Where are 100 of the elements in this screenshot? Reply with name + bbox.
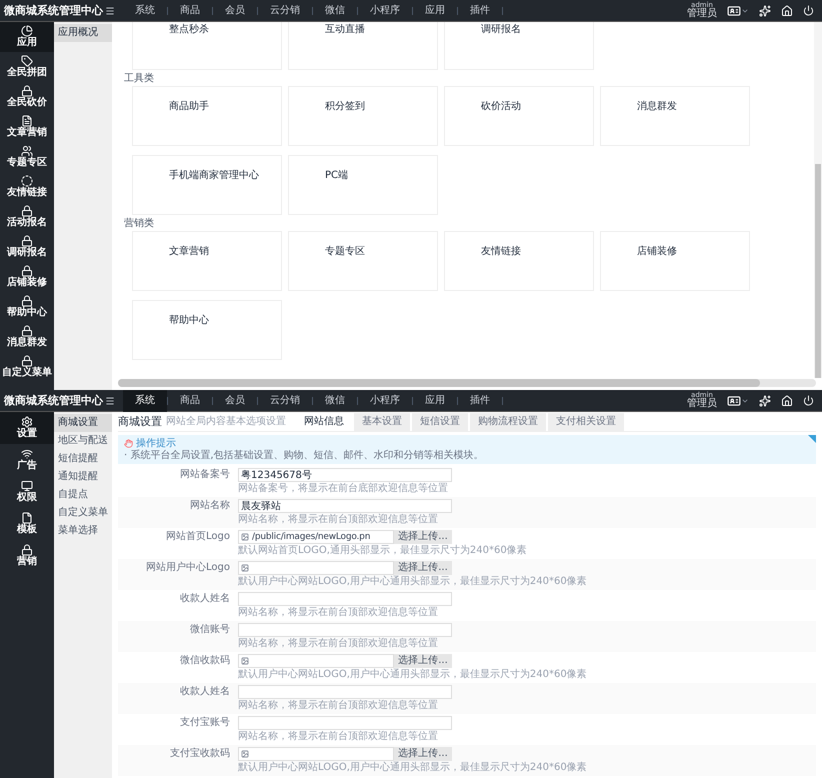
vertical-scrollbar[interactable]: [814, 22, 822, 378]
submenu-item[interactable]: 菜单选择: [54, 522, 112, 540]
app-card[interactable]: PC端: [288, 155, 438, 215]
lock-icon: [21, 544, 33, 556]
app-card[interactable]: 整点秒杀: [132, 22, 282, 70]
app-card[interactable]: 专题专区: [288, 231, 438, 291]
sidebar-item[interactable]: 文章营销: [0, 112, 54, 142]
power-icon[interactable]: [803, 395, 814, 406]
text-field[interactable]: 晨友驿站: [238, 499, 452, 513]
hand-icon: [124, 439, 133, 448]
nav-tab[interactable]: 会员: [213, 390, 257, 412]
sidebar-item[interactable]: 全民砍价: [0, 82, 54, 112]
lock-icon: [21, 295, 33, 307]
text-field[interactable]: [238, 592, 452, 606]
app-card[interactable]: 消息群发: [600, 86, 750, 146]
sparkle-icon[interactable]: [759, 4, 771, 16]
app-card[interactable]: 互动直播: [288, 22, 438, 70]
sidebar-item[interactable]: 广告: [0, 444, 54, 476]
field-label: 网站用户中心Logo: [145, 561, 231, 575]
nav-tab[interactable]: 应用: [413, 0, 457, 22]
app-card[interactable]: 商品助手: [132, 86, 282, 146]
nav-tab[interactable]: 小程序: [358, 390, 412, 412]
settings-tab[interactable]: 支付相关设置: [548, 413, 624, 431]
file-field[interactable]: /public/images/newLogo.pn: [238, 530, 394, 544]
sidebar-label: 友情链接: [7, 187, 47, 199]
home-icon[interactable]: [781, 4, 793, 16]
sparkle-icon[interactable]: [759, 394, 771, 406]
app-card[interactable]: 调研报名: [444, 22, 594, 70]
sidebar-item[interactable]: 设置: [0, 412, 54, 444]
app-card[interactable]: 帮助中心: [132, 300, 282, 360]
field-label: 网站备案号: [179, 468, 231, 482]
settings-tab[interactable]: 短信设置: [412, 413, 468, 431]
nav-tab[interactable]: 云分销: [258, 390, 312, 412]
sidebar-item[interactable]: 店铺装修: [0, 262, 54, 292]
sidebar-label: 全民拼团: [7, 67, 47, 79]
menu-icon[interactable]: [105, 6, 115, 16]
submenu-item[interactable]: 通知提醒: [54, 468, 112, 486]
upload-button[interactable]: 选择上传...: [394, 561, 452, 575]
sidebar-item[interactable]: 友情链接: [0, 172, 54, 202]
app-card[interactable]: 店铺装修: [600, 231, 750, 291]
submenu-item[interactable]: 短信提醒: [54, 450, 112, 468]
app-card[interactable]: 友情链接: [444, 231, 594, 291]
sidebar-label: 全民砍价: [7, 97, 47, 109]
sidebar-item[interactable]: 消息群发: [0, 322, 54, 352]
upload-button[interactable]: 选择上传...: [394, 530, 452, 544]
app-card[interactable]: 砍价活动: [444, 86, 594, 146]
app-card[interactable]: 文章营销: [132, 231, 282, 291]
upload-button[interactable]: 选择上传...: [394, 654, 452, 668]
menu-icon[interactable]: [105, 396, 115, 406]
nav-tab[interactable]: 商品: [168, 0, 212, 22]
nav-tab[interactable]: 微信: [313, 0, 357, 22]
id-card-icon[interactable]: [727, 394, 741, 408]
file-field[interactable]: [238, 561, 394, 575]
text-field[interactable]: [238, 623, 452, 637]
text-field[interactable]: [238, 685, 452, 699]
sidebar-label: 店铺装修: [7, 277, 47, 289]
nav-tab[interactable]: 商品: [168, 390, 212, 412]
tip-text: · 系统平台全局设置,包括基础设置、购物、短信、邮件、水印和分销等相关模块。: [124, 450, 485, 462]
nav-tab[interactable]: 应用: [413, 390, 457, 412]
nav-tab[interactable]: 系统: [123, 0, 167, 22]
nav-tab[interactable]: 插件: [458, 390, 502, 412]
sidebar-item[interactable]: 营销: [0, 540, 54, 572]
sidebar-item[interactable]: 模板: [0, 508, 54, 540]
file-field[interactable]: [238, 654, 394, 668]
app-card[interactable]: 手机端商家管理中心: [132, 155, 282, 215]
sidebar-item[interactable]: 帮助中心: [0, 292, 54, 322]
nav-tab[interactable]: 微信: [313, 390, 357, 412]
settings-icon: [21, 416, 33, 428]
lock-icon: [21, 205, 33, 217]
submenu-item[interactable]: 自提点: [54, 486, 112, 504]
file-field[interactable]: [238, 747, 394, 761]
sidebar-item[interactable]: 自定义菜单: [0, 352, 54, 382]
sidebar-item[interactable]: 专题专区: [0, 142, 54, 172]
sidebar-item[interactable]: 活动报名: [0, 202, 54, 232]
settings-tab[interactable]: 购物流程设置: [470, 413, 546, 431]
settings-tab[interactable]: 基本设置: [354, 413, 410, 431]
horizontal-scrollbar[interactable]: [118, 379, 816, 387]
app-card[interactable]: 积分签到: [288, 86, 438, 146]
submenu-item[interactable]: 应用概况: [54, 24, 112, 42]
submenu-item[interactable]: 自定义菜单: [54, 504, 112, 522]
submenu-item[interactable]: 地区与配送: [54, 432, 112, 450]
nav-tab[interactable]: 插件: [458, 0, 502, 22]
sidebar-item[interactable]: 调研报名: [0, 232, 54, 262]
home-icon[interactable]: [781, 394, 793, 406]
sidebar-item[interactable]: 全民拼团: [0, 52, 54, 82]
text-field[interactable]: [238, 716, 452, 730]
sidebar-item[interactable]: 权限: [0, 476, 54, 508]
text-field[interactable]: 粤12345678号: [238, 468, 452, 482]
field-hint: 默认用户中心网站LOGO,用户中心通用头部显示，最佳显示尺寸为240*60像素: [238, 668, 587, 681]
id-card-icon[interactable]: [727, 4, 741, 18]
nav-tab[interactable]: 会员: [213, 0, 257, 22]
nav-tab[interactable]: 小程序: [358, 0, 412, 22]
nav-tab[interactable]: 系统: [123, 390, 167, 412]
power-icon[interactable]: [803, 5, 814, 16]
nav-tab[interactable]: 云分销: [258, 0, 312, 22]
submenu-item[interactable]: 商城设置: [54, 414, 112, 432]
upload-button[interactable]: 选择上传...: [394, 747, 452, 761]
sidebar-label: 应用: [17, 37, 37, 49]
sidebar-label: 模板: [17, 524, 37, 536]
sidebar-item[interactable]: 应用: [0, 22, 54, 52]
